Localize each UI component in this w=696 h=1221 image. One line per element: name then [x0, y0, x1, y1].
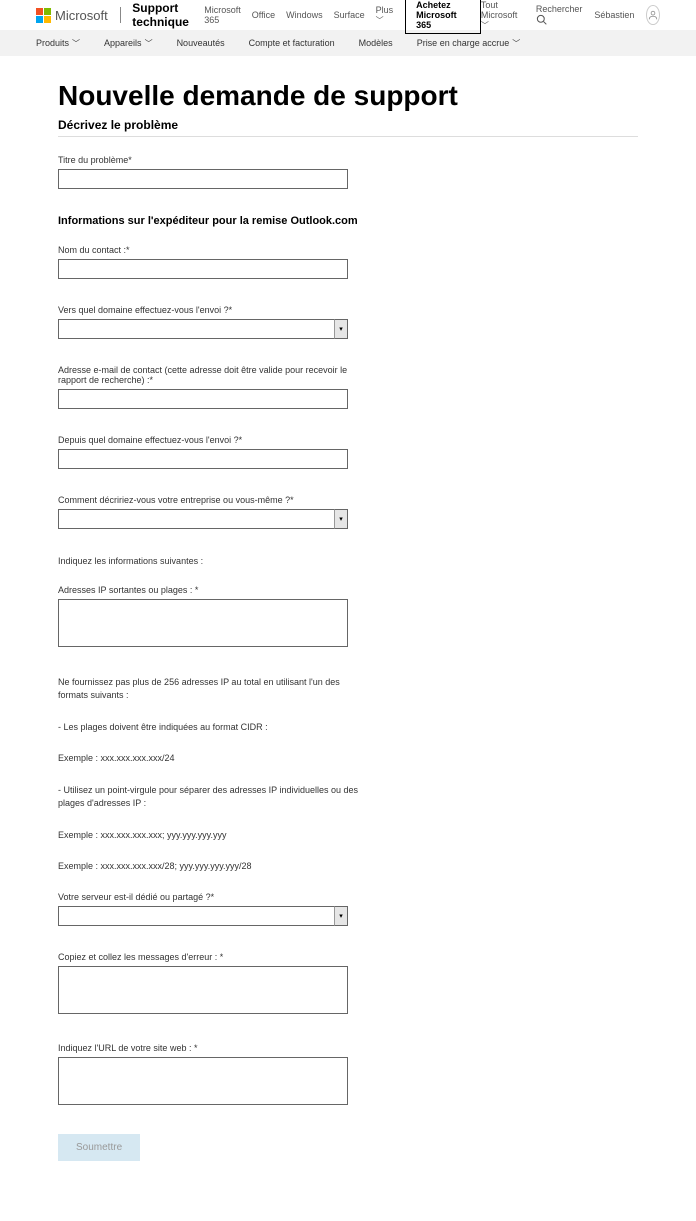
- to-domain-select[interactable]: [58, 319, 348, 339]
- chevron-down-icon: ﹀: [481, 21, 489, 30]
- label-server-shared: Votre serveur est-il dédié ou partagé ?*: [58, 892, 348, 902]
- contact-name-input[interactable]: [58, 259, 348, 279]
- label-ip-ranges: Adresses IP sortantes ou plages : *: [58, 585, 348, 595]
- section-describe-problem: Décrivez le problème: [58, 118, 638, 137]
- problem-title-input[interactable]: [58, 169, 348, 189]
- sub-nav-modeles[interactable]: Modèles: [359, 38, 393, 48]
- all-microsoft-dropdown[interactable]: Tout Microsoft ﹀: [481, 0, 524, 31]
- top-nav-m365[interactable]: Microsoft 365: [204, 5, 241, 25]
- server-shared-select[interactable]: [58, 906, 348, 926]
- sub-nav-nouveautes[interactable]: Nouveautés: [177, 38, 225, 48]
- sub-nav-appareils[interactable]: Appareils ﹀: [104, 38, 153, 49]
- top-nav-surface[interactable]: Surface: [334, 10, 365, 20]
- chevron-down-icon: ﹀: [145, 38, 153, 49]
- search-button[interactable]: Rechercher: [536, 4, 583, 27]
- label-error-messages: Copiez et collez les messages d'erreur :…: [58, 952, 348, 962]
- website-url-textarea[interactable]: [58, 1057, 348, 1105]
- chevron-down-icon: ﹀: [72, 38, 80, 49]
- label-to-domain: Vers quel domaine effectuez-vous l'envoi…: [58, 305, 348, 315]
- ip-ranges-textarea[interactable]: [58, 599, 348, 647]
- section-sender-info: Informations sur l'expéditeur pour la re…: [58, 215, 638, 227]
- top-nav-windows[interactable]: Windows: [286, 10, 323, 20]
- submit-button[interactable]: Soumettre: [58, 1134, 140, 1161]
- microsoft-logo-icon: [36, 8, 51, 23]
- top-nav: Microsoft 365 Office Windows Surface Plu…: [204, 5, 393, 26]
- chevron-down-icon: ﹀: [376, 16, 384, 25]
- example-1: Exemple : xxx.xxx.xxx.xxx/24: [58, 752, 358, 766]
- from-domain-input[interactable]: [58, 449, 348, 469]
- site-title[interactable]: Support technique: [132, 1, 192, 29]
- example-3: Exemple : xxx.xxx.xxx.xxx/28; yyy.yyy.yy…: [58, 860, 358, 874]
- label-website-url: Indiquez l'URL de votre site web : *: [58, 1043, 348, 1053]
- avatar[interactable]: [646, 5, 660, 25]
- describe-company-select[interactable]: [58, 509, 348, 529]
- contact-email-input[interactable]: [58, 389, 348, 409]
- label-problem-title: Titre du problème*: [58, 155, 348, 165]
- label-from-domain: Depuis quel domaine effectuez-vous l'env…: [58, 435, 348, 445]
- example-2: Exemple : xxx.xxx.xxx.xxx; yyy.yyy.yyy.y…: [58, 829, 358, 843]
- top-header: Microsoft Support technique Microsoft 36…: [0, 0, 696, 30]
- error-messages-textarea[interactable]: [58, 966, 348, 1014]
- divider: [120, 7, 121, 23]
- note-cidr: - Les plages doivent être indiquées au f…: [58, 721, 358, 735]
- microsoft-logo-text: Microsoft: [55, 8, 108, 23]
- search-icon: [536, 14, 547, 25]
- info-following-text: Indiquez les informations suivantes :: [58, 555, 348, 569]
- page-title: Nouvelle demande de support: [58, 80, 638, 112]
- microsoft-logo[interactable]: Microsoft: [36, 8, 108, 23]
- sub-nav-produits[interactable]: Produits ﹀: [36, 38, 80, 49]
- chevron-down-icon: ﹀: [512, 38, 520, 49]
- label-contact-name: Nom du contact :*: [58, 245, 348, 255]
- top-nav-more[interactable]: Plus ﹀: [376, 5, 394, 26]
- person-icon: [648, 10, 658, 20]
- label-describe-company: Comment décririez-vous votre entreprise …: [58, 495, 348, 505]
- main-content: Nouvelle demande de support Décrivez le …: [0, 56, 696, 1221]
- note-semicolon: - Utilisez un point-virgule pour séparer…: [58, 784, 358, 811]
- sub-nav: Produits ﹀ Appareils ﹀ Nouveautés Compte…: [0, 30, 696, 56]
- right-nav: Tout Microsoft ﹀ Rechercher Sébastien: [481, 0, 660, 31]
- sub-nav-support[interactable]: Prise en charge accrue ﹀: [417, 38, 521, 49]
- note-256: Ne fournissez pas plus de 256 adresses I…: [58, 676, 358, 703]
- top-nav-office[interactable]: Office: [252, 10, 275, 20]
- buy-m365-button[interactable]: Achetez Microsoft 365: [405, 0, 481, 34]
- label-contact-email: Adresse e-mail de contact (cette adresse…: [58, 365, 348, 385]
- sub-nav-compte[interactable]: Compte et facturation: [249, 38, 335, 48]
- user-name[interactable]: Sébastien: [594, 10, 634, 20]
